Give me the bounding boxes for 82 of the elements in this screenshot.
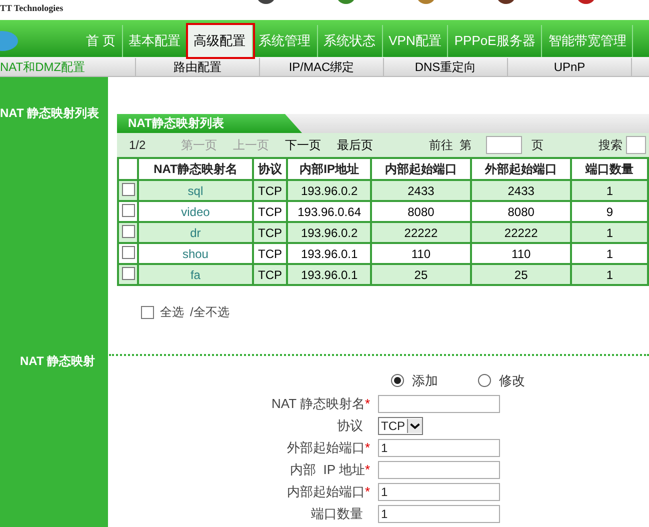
checkbox[interactable] [122, 183, 135, 196]
logo-icon [0, 30, 18, 52]
sidebar-title: NAT 静态映射 [20, 353, 96, 370]
panel-title: NAT静态映射列表 [117, 114, 302, 133]
table-cell: 1 [606, 226, 614, 240]
required-mark: * [364, 394, 370, 413]
checkbox[interactable] [122, 204, 135, 217]
text-field[interactable] [378, 394, 500, 412]
column-header: NAT静态映射名 [154, 162, 238, 176]
pager-link[interactable]: 最后页 [337, 136, 373, 154]
protocol-select[interactable]: TCP [378, 416, 423, 434]
table-cell: TCP [258, 268, 282, 282]
select-all-label: 全选 [160, 304, 184, 321]
table-cell: 193.96.0.2 [300, 226, 358, 240]
page-unit-label: 页 [532, 137, 544, 154]
subnav-tab[interactable]: IP/MAC绑定 [260, 58, 384, 76]
required-mark: * [364, 482, 370, 501]
text-field[interactable]: 1 [378, 438, 500, 456]
field-label: 端口数量 [311, 504, 363, 523]
table-cell: TCP [258, 246, 282, 260]
pager-link[interactable]: 下一页 [285, 136, 321, 154]
table-cell: sql [188, 184, 204, 198]
checkbox[interactable] [141, 306, 154, 318]
table-cell: 1 [606, 184, 614, 198]
goto-label: 前往 第 [429, 137, 472, 154]
table-cell: 1 [606, 268, 614, 282]
nav-tab[interactable]: 高级配置 [188, 25, 253, 57]
search-label: 搜索 [598, 137, 623, 154]
text-field[interactable] [378, 460, 500, 478]
table-cell: shou [182, 246, 208, 260]
table-cell: 9 [606, 204, 614, 218]
table-cell: 193.96.0.64 [298, 204, 361, 218]
radio-label: 修改 [499, 372, 525, 390]
sidebar-title: NAT 静态映射列表 [0, 105, 100, 122]
subnav-tab[interactable]: 路由配置 [136, 58, 260, 76]
page-input[interactable] [486, 136, 522, 154]
table-cell: 110 [512, 246, 531, 260]
checkbox[interactable] [122, 246, 135, 259]
radio-button[interactable] [478, 374, 491, 388]
table-cell: 8080 [408, 204, 434, 218]
field-label: 外部起始端口 [286, 438, 365, 457]
column-header: 内部起始端口 [384, 162, 457, 176]
table-cell: 1 [606, 246, 614, 260]
radio-label: 添加 [412, 372, 438, 390]
select-none-label: /全不选 [190, 304, 230, 321]
table-cell: 2433 [408, 184, 434, 198]
logo-text: TT Technologies [0, 4, 64, 13]
column-header: 协议 [258, 162, 282, 176]
table-cell: 193.96.0.1 [300, 246, 358, 260]
required-mark: * [364, 438, 370, 457]
column-header: 端口数量 [586, 162, 634, 176]
checkbox[interactable] [122, 225, 135, 238]
table-cell: fa [190, 268, 200, 282]
table-cell: TCP [258, 184, 282, 198]
search-field[interactable] [626, 136, 646, 154]
table-cell: 193.96.0.2 [300, 184, 358, 198]
subnav-tab[interactable]: DNS重定向 [384, 58, 508, 76]
table-cell: 22222 [504, 226, 538, 240]
table-cell: 22222 [404, 226, 438, 240]
table-cell: 25 [414, 268, 428, 282]
subnav-tab[interactable]: UPnP [508, 58, 632, 76]
field-label: 内部 IP 地址 [290, 460, 365, 479]
required-mark: * [364, 460, 370, 479]
table-cell: 25 [514, 268, 528, 282]
text-field[interactable]: 1 [378, 504, 500, 522]
radio-button[interactable] [391, 374, 404, 388]
table-cell: dr [190, 226, 201, 240]
table-cell: 193.96.0.1 [300, 268, 358, 282]
table-cell: TCP [258, 204, 282, 218]
column-header: 外部起始端口 [485, 162, 558, 176]
table-cell: TCP [258, 226, 282, 240]
table-cell: 110 [411, 246, 431, 260]
text-field[interactable]: 1 [378, 482, 500, 500]
field-label: 协议 [337, 416, 363, 435]
column-header: 内部IP地址 [300, 162, 359, 176]
table-cell: 8080 [508, 204, 534, 218]
table-cell: video [181, 204, 210, 218]
page-indicator: 1/2 [129, 137, 147, 154]
checkbox[interactable] [122, 267, 135, 280]
table-cell: 2433 [508, 184, 534, 198]
field-label: NAT 静态映射名 [272, 394, 365, 413]
field-label: 内部起始端口 [286, 482, 365, 501]
